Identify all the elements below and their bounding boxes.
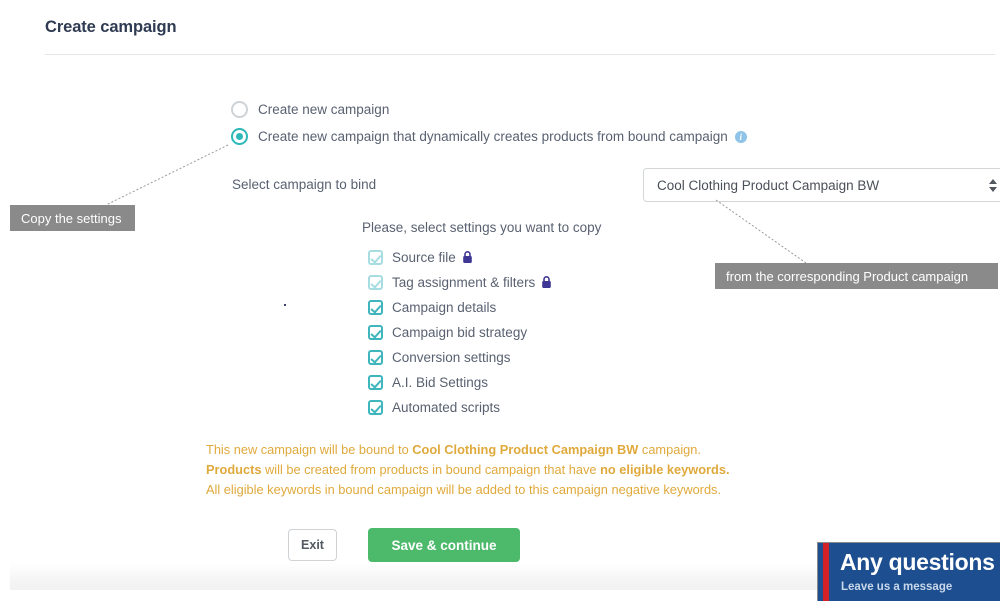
notice-l2-bold2: no eligible keywords. (600, 462, 729, 477)
exit-button[interactable]: Exit (288, 529, 337, 561)
checkbox-checked-icon[interactable] (368, 400, 383, 415)
notice-line-2: Products will be created from products i… (206, 460, 730, 480)
updown-stepper-icon[interactable] (982, 179, 1000, 192)
annotation-from-corresponding-product-campaign: from the corresponding Product campaign (715, 263, 998, 289)
notice-line-3: All eligible keywords in bound campaign … (206, 480, 730, 500)
copy-settings-heading: Please, select settings you want to copy (362, 220, 601, 235)
checkbox-label-source-file: Source file (392, 250, 456, 265)
checkbox-label-ai-bid-settings: A.I. Bid Settings (392, 375, 488, 390)
checkbox-row-automated-scripts[interactable]: Automated scripts (368, 395, 552, 420)
checkbox-row-campaign-bid-strategy[interactable]: Campaign bid strategy (368, 320, 552, 345)
annotation-copy-the-settings: Copy the settings (10, 205, 135, 231)
campaign-bind-select[interactable]: Cool Clothing Product Campaign BW (643, 168, 1000, 202)
chat-widget-title: Any questions (840, 549, 995, 576)
checkbox-label-campaign-bid-strategy: Campaign bid strategy (392, 325, 527, 340)
notice-line-1: This new campaign will be bound to Cool … (206, 440, 730, 460)
title-divider (45, 54, 995, 55)
checkbox-checked-icon[interactable] (368, 350, 383, 365)
save-and-continue-button[interactable]: Save & continue (368, 528, 520, 562)
notice-l2-a: will be created from products in bound c… (261, 462, 600, 477)
chat-widget-subtitle: Leave us a message (841, 581, 952, 593)
notice-l1-bold: Cool Clothing Product Campaign BW (412, 442, 638, 457)
create-campaign-card: Create campaign Create new campaign Crea… (10, 0, 990, 590)
checkbox-checked-icon[interactable] (368, 325, 383, 340)
checkbox-label-conversion-settings: Conversion settings (392, 350, 511, 365)
campaign-bind-select-value: Cool Clothing Product Campaign BW (657, 178, 982, 193)
stray-dot-artifact (284, 304, 286, 306)
copy-settings-checklist: Source file Tag assignment & filters Cam… (368, 245, 552, 420)
notice-l1-a: This new campaign will be bound to (206, 442, 412, 457)
checkbox-row-tag-assignment[interactable]: Tag assignment & filters (368, 270, 552, 295)
notice-l2-bold1: Products (206, 462, 261, 477)
radio-label-create-new: Create new campaign (258, 102, 389, 117)
chat-accent-bar (823, 543, 829, 601)
checkbox-checked-icon[interactable] (368, 300, 383, 315)
checkbox-label-tag-assignment: Tag assignment & filters (392, 275, 535, 290)
radio-option-create-new[interactable]: Create new campaign (231, 101, 389, 118)
checkbox-checked-icon[interactable] (368, 375, 383, 390)
binding-notice-text: This new campaign will be bound to Cool … (206, 440, 730, 500)
lock-icon (541, 276, 552, 289)
checkbox-row-campaign-details[interactable]: Campaign details (368, 295, 552, 320)
chat-widget[interactable]: Any questions Leave us a message (817, 542, 1000, 601)
checkbox-row-source-file[interactable]: Source file (368, 245, 552, 270)
lock-icon (462, 251, 473, 264)
select-campaign-to-bind-label: Select campaign to bind (232, 177, 376, 192)
radio-label-create-bound: Create new campaign that dynamically cre… (258, 129, 728, 144)
radio-button-selected-icon[interactable] (231, 128, 248, 145)
page-title: Create campaign (45, 18, 176, 37)
radio-option-create-bound[interactable]: Create new campaign that dynamically cre… (231, 128, 747, 145)
radio-button-unselected-icon[interactable] (231, 101, 248, 118)
checkbox-row-ai-bid-settings[interactable]: A.I. Bid Settings (368, 370, 552, 395)
info-circle-icon[interactable]: i (735, 131, 747, 143)
notice-l1-b: campaign. (638, 442, 701, 457)
checkbox-checked-icon[interactable] (368, 250, 383, 265)
checkbox-label-campaign-details: Campaign details (392, 300, 496, 315)
checkbox-label-automated-scripts: Automated scripts (392, 400, 500, 415)
checkbox-checked-icon[interactable] (368, 275, 383, 290)
checkbox-row-conversion-settings[interactable]: Conversion settings (368, 345, 552, 370)
